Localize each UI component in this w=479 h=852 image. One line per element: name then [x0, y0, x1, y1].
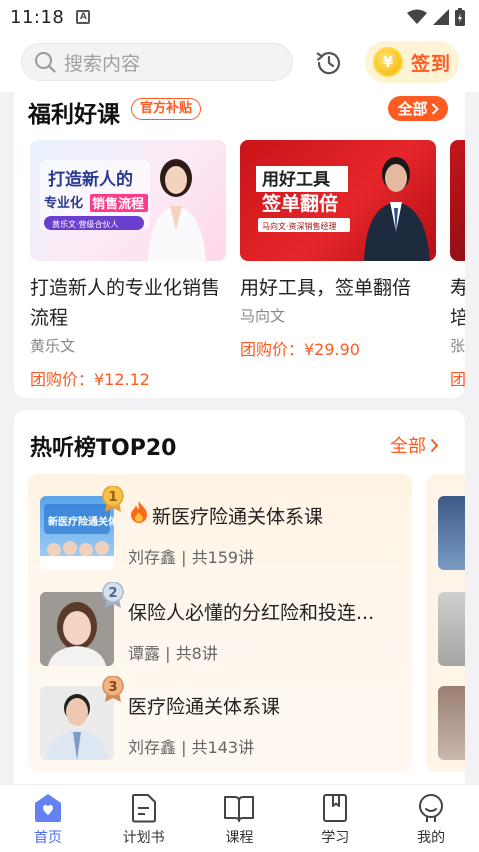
rank-meta: 刘存鑫 | 共143讲 [128, 738, 255, 757]
course-thumbnail [450, 140, 465, 261]
course-author: 张 [450, 337, 465, 355]
coin-icon: ¥ [373, 47, 403, 77]
nav-profile[interactable]: 我的 [383, 785, 479, 852]
rank-title: 保险人必懂的分红险和投连... [128, 602, 375, 624]
course-cover-art: 用好工具 签单翻倍 马向文·资深销售经理 [256, 157, 430, 261]
rank-item[interactable]: 新医疗险通关体系 1 新医疗险通关体系课 刘存鑫 | 共159讲 [40, 486, 410, 572]
home-icon [34, 794, 61, 822]
search-input[interactable]: 搜索内容 [21, 43, 293, 81]
rank-number: 2 [108, 586, 117, 601]
course-thumbnail: 打造新人的 专业化 销售流程 黄乐文·营级合伙人 [30, 140, 226, 261]
hot-list-title: 热听榜TOP20 [30, 436, 177, 461]
thumb-line2: 签单翻倍 [261, 192, 338, 215]
welfare-all-button[interactable]: 全部 [388, 96, 448, 121]
rank-cover [438, 496, 465, 570]
rank-cover-text: 新医疗险通关体系 [48, 515, 114, 528]
course-price: 团 [450, 370, 465, 389]
rank-medal-gold-icon: 1 [102, 486, 124, 512]
battery-icon [455, 8, 465, 26]
thumb-line1: 用好工具 [262, 169, 330, 190]
course-author: 黄乐文 [30, 337, 76, 355]
nav-label: 我的 [417, 830, 446, 846]
thumb-line2a: 专业化 [44, 195, 83, 211]
course-cover-art: 打造新人的 专业化 销售流程 黄乐文·营级合伙人 [40, 159, 206, 261]
status-time: 11:18 [10, 6, 65, 28]
document-icon [131, 794, 156, 823]
course-title: 寿培 [450, 277, 465, 329]
course-title: 用好工具，签单翻倍 [240, 277, 412, 299]
rank-panel: 新医疗险通关体系 1 新医疗险通关体系课 刘存鑫 | 共159讲 2 [28, 474, 412, 772]
status-bar: 11:18 A [0, 0, 479, 34]
bookmark-book-icon [323, 794, 348, 822]
profile-icon [419, 794, 444, 822]
course-price: 团购价：¥29.90 [240, 340, 360, 359]
status-icons [407, 8, 465, 26]
rank-cover [438, 686, 465, 760]
hot-all-label: 全部 [390, 436, 426, 457]
nav-label: 计划书 [122, 830, 165, 846]
history-button[interactable] [310, 44, 348, 82]
course-price: 团购价：¥12.12 [30, 370, 150, 389]
welfare-title: 福利好课 [28, 102, 120, 128]
nav-plan[interactable]: 计划书 [96, 785, 192, 852]
nav-home[interactable]: 首页 [0, 785, 96, 852]
rank-medal-silver-icon: 2 [102, 582, 124, 608]
search-icon [35, 52, 56, 73]
rank-cover [438, 592, 465, 666]
wifi-icon [407, 9, 427, 24]
nav-courses[interactable]: 课程 [192, 785, 288, 852]
rank-meta: 谭露 | 共8讲 [128, 644, 218, 663]
book-icon [224, 796, 255, 822]
course-title: 打造新人的专业化销售流程 [30, 277, 221, 329]
signal-icon [433, 9, 449, 25]
nav-label: 首页 [33, 830, 62, 846]
notification-a-icon: A [76, 10, 91, 24]
course-thumbnail: 用好工具 签单翻倍 马向文·资深销售经理 [240, 140, 436, 261]
chevron-right-icon [430, 438, 439, 452]
hot-all-link[interactable]: 全部 [390, 432, 439, 458]
bottom-nav: 首页 计划书 课程 学习 我的 [0, 784, 479, 852]
course-card[interactable]: 寿培 张 团 [450, 140, 465, 390]
fire-icon [131, 501, 147, 523]
chevron-right-icon [431, 102, 439, 115]
top-bar: 搜索内容 ¥ 签到 [0, 34, 479, 92]
rank-title: 医疗险通关体系课 [128, 696, 281, 718]
history-icon [316, 52, 341, 75]
thumb-line2b: 销售流程 [92, 196, 144, 212]
nav-label: 课程 [225, 830, 254, 846]
thumb-caption: 马向文·资深销售经理 [262, 221, 337, 231]
course-card[interactable]: 打造新人的 专业化 销售流程 黄乐文·营级合伙人 打造新人的专业化销售流程 黄乐… [30, 140, 226, 390]
official-subsidy-tag: 官方补贴 [131, 98, 202, 120]
nav-label: 学习 [321, 830, 350, 846]
hot-list-section: 热听榜TOP20 全部 新医疗险通关体系 1 新医疗险通关体系课 刘存鑫 | 共… [14, 410, 465, 790]
course-card[interactable]: 用好工具 签单翻倍 马向文·资深销售经理 用好工具，签单翻倍 马向文 团购价：¥… [240, 140, 436, 360]
checkin-button[interactable]: ¥ 签到 [365, 41, 459, 83]
rank-medal-bronze-icon: 3 [102, 676, 124, 702]
rank-number: 3 [108, 680, 117, 695]
rank-title: 新医疗险通关体系课 [152, 506, 324, 528]
search-placeholder: 搜索内容 [64, 52, 141, 75]
course-author: 马向文 [240, 307, 286, 325]
welfare-section: 福利好课 官方补贴 全部 打造新人的 专业化 销售流程 黄乐文·营级合伙人 打造… [14, 92, 465, 398]
nav-study[interactable]: 学习 [287, 785, 383, 852]
rank-item[interactable]: 3 医疗险通关体系课 刘存鑫 | 共143讲 [40, 676, 410, 762]
thumb-caption: 黄乐文·营级合伙人 [52, 219, 119, 229]
welfare-all-label: 全部 [397, 100, 428, 118]
rank-meta: 刘存鑫 | 共159讲 [128, 548, 255, 567]
rank-number: 1 [108, 490, 117, 505]
checkin-label: 签到 [411, 52, 452, 75]
thumb-line1: 打造新人的 [48, 169, 133, 190]
rank-panel-next[interactable] [426, 474, 465, 772]
rank-item[interactable]: 2 保险人必懂的分红险和投连... 谭露 | 共8讲 [40, 582, 410, 668]
